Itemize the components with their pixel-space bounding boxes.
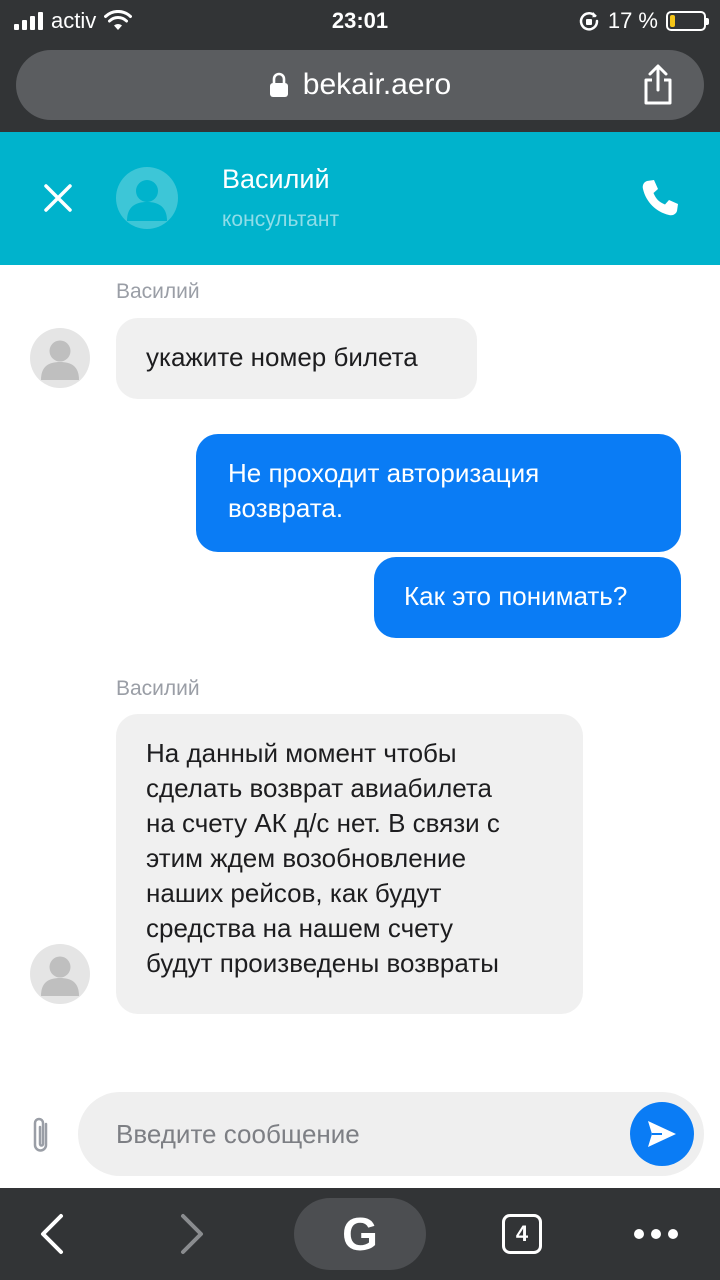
- message-composer: [78, 1092, 704, 1176]
- user-silhouette-icon: [41, 340, 79, 380]
- battery-icon: [666, 11, 709, 31]
- paperclip-icon[interactable]: [26, 1114, 56, 1158]
- status-right: 17 %: [578, 8, 709, 34]
- back-icon: [41, 1214, 63, 1254]
- address-bar[interactable]: bekair.aero: [16, 50, 704, 120]
- lock-icon: [269, 72, 288, 97]
- share-icon[interactable]: [636, 63, 680, 107]
- message-line: укажите номер билета: [146, 342, 418, 372]
- tabs-icon: 4: [502, 1214, 542, 1254]
- message-line: сделать возврат авиабилета: [146, 773, 492, 803]
- url-text: bekair.aero: [302, 68, 452, 101]
- incoming-message-bubble: укажите номер билета: [116, 318, 477, 399]
- chat-header: Василий консультант: [0, 132, 720, 265]
- tabs-button[interactable]: 4: [490, 1188, 554, 1280]
- google-icon: G: [342, 1208, 378, 1260]
- message-line: возврата.: [228, 493, 344, 523]
- message-line: средства на нашем счету: [146, 913, 453, 943]
- tab-count: 4: [515, 1221, 529, 1246]
- more-icon: [634, 1229, 678, 1239]
- close-icon[interactable]: [36, 176, 80, 220]
- message-line: Как это понимать?: [404, 581, 628, 611]
- url-display[interactable]: bekair.aero: [16, 50, 704, 120]
- message-line: На данный момент чтобы: [146, 738, 457, 768]
- back-button[interactable]: [20, 1188, 84, 1280]
- send-button[interactable]: [630, 1102, 694, 1166]
- agent-role: консультант: [222, 208, 340, 231]
- battery-percent: 17 %: [607, 8, 658, 33]
- user-silhouette-icon: [127, 180, 167, 221]
- outgoing-message-bubble: Не проходит авторизация возврата.: [196, 434, 681, 552]
- message-line: будут произведены возвраты: [146, 948, 499, 978]
- incoming-message-bubble: На данный момент чтобы сделать возврат а…: [116, 714, 583, 1014]
- message-line: Не проходит авторизация: [228, 458, 540, 488]
- more-button[interactable]: [624, 1188, 688, 1280]
- status-bar: activ 23:01 17 %: [0, 0, 720, 42]
- agent-avatar: [30, 328, 90, 388]
- browser-toolbar: G 4: [0, 1188, 720, 1280]
- forward-icon: [181, 1214, 203, 1254]
- message-input[interactable]: [116, 1092, 616, 1176]
- message-line: наших рейсов, как будут: [146, 878, 442, 908]
- phone-icon[interactable]: [638, 176, 682, 220]
- browser-top-chrome: activ 23:01 17 % bekair.aero: [0, 0, 720, 132]
- agent-avatar: [116, 167, 178, 229]
- message-sender-name: Василий: [116, 677, 200, 700]
- message-line: этим ждем возобновление: [146, 843, 467, 873]
- send-icon: [648, 1121, 676, 1147]
- battery-level: [670, 15, 675, 27]
- forward-button[interactable]: [160, 1188, 224, 1280]
- google-search-button[interactable]: G: [294, 1198, 426, 1270]
- outgoing-message-bubble: Как это понимать?: [374, 557, 681, 638]
- message-sender-name: Василий: [116, 280, 200, 303]
- agent-name: Василий: [222, 164, 330, 194]
- message-line: на счету АК д/с нет. В связи с: [146, 808, 500, 838]
- orientation-lock-icon: [579, 12, 599, 31]
- agent-avatar: [30, 944, 90, 1004]
- user-silhouette-icon: [41, 956, 79, 996]
